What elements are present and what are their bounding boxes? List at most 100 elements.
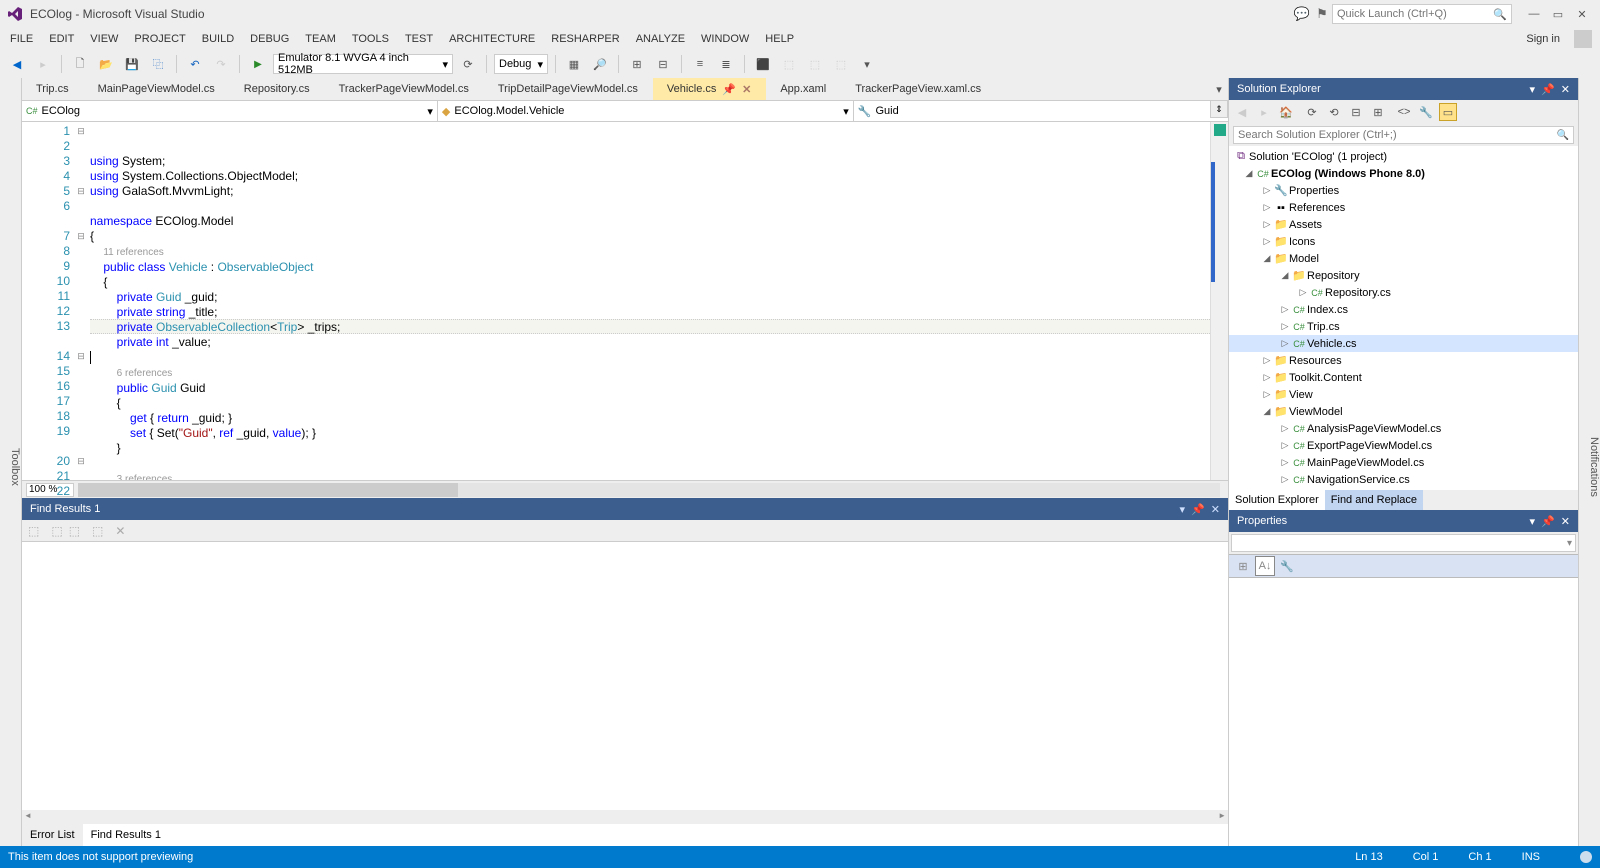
feedback-icon[interactable]: 💬 (1292, 6, 1312, 22)
notifications-strip[interactable]: Notifications (1578, 78, 1600, 846)
find-tb-1[interactable]: ⬚ (28, 524, 39, 538)
toolbar-overflow-icon[interactable]: ▾ (856, 53, 878, 75)
code-editor[interactable]: 1 2 3 4 5 6 7 8 9 10 11 12 13 14 15 (22, 122, 1228, 480)
props-cat-icon[interactable]: ⊞ (1233, 556, 1253, 576)
split-editor-icon[interactable]: ⇕ (1210, 100, 1228, 118)
find-tb-3[interactable]: ⬚ (69, 524, 80, 538)
menu-tools[interactable]: TOOLS (344, 28, 397, 50)
close-tab-icon[interactable]: ✕ (742, 83, 751, 96)
properties-header[interactable]: Properties ▾📌✕ (1229, 510, 1578, 532)
maximize-button[interactable]: ▭ (1546, 8, 1570, 21)
se-props-icon[interactable]: 🔧 (1417, 103, 1435, 121)
se-showall-icon[interactable]: ⊞ (1369, 103, 1387, 121)
tab-find-replace[interactable]: Find and Replace (1325, 490, 1423, 510)
tree-mainpage-vm[interactable]: ▷C#MainPageViewModel.cs (1229, 454, 1578, 471)
se-refresh-icon[interactable]: ⟲ (1325, 103, 1343, 121)
menu-debug[interactable]: DEBUG (242, 28, 297, 50)
tab-vehicle[interactable]: Vehicle.cs📌✕ (653, 78, 766, 100)
tab-error-list[interactable]: Error List (22, 824, 83, 846)
nav-member[interactable]: 🔧Guid▾ (854, 101, 1228, 121)
toolbar-icon-1[interactable]: ▦ (563, 53, 585, 75)
tree-model[interactable]: ◢📁Model (1229, 250, 1578, 267)
props-wrench-icon[interactable]: 🔧 (1277, 556, 1297, 576)
find-tb-4[interactable]: ⬚ (92, 524, 103, 538)
tree-index-cs[interactable]: ▷C#Index.cs (1229, 301, 1578, 318)
tab-tripdetailvm[interactable]: TripDetailPageViewModel.cs (484, 78, 653, 100)
tree-view[interactable]: ▷📁View (1229, 386, 1578, 403)
tree-repository-folder[interactable]: ◢📁Repository (1229, 267, 1578, 284)
code-content[interactable]: using System; using System.Collections.O… (90, 122, 1210, 480)
tree-viewmodel[interactable]: ◢📁ViewModel (1229, 403, 1578, 420)
tab-mainpagevm[interactable]: MainPageViewModel.cs (84, 78, 230, 100)
user-avatar[interactable] (1574, 30, 1592, 48)
toolbar-icon-4[interactable]: ⊟ (652, 53, 674, 75)
properties-object-combo[interactable]: ▾ (1231, 534, 1576, 552)
tree-trip-cs[interactable]: ▷C#Trip.cs (1229, 318, 1578, 335)
tree-properties[interactable]: ▷🔧Properties (1229, 182, 1578, 199)
tab-solution-explorer[interactable]: Solution Explorer (1229, 490, 1325, 510)
menu-file[interactable]: FILE (2, 28, 41, 50)
tab-trip[interactable]: Trip.cs (22, 78, 84, 100)
tree-references[interactable]: ▷▪▪References (1229, 199, 1578, 216)
tab-appxaml[interactable]: App.xaml (766, 78, 841, 100)
solution-explorer-header[interactable]: Solution Explorer ▾📌✕ (1229, 78, 1578, 100)
undo-icon[interactable]: ↶ (184, 53, 206, 75)
props-az-icon[interactable]: A↓ (1255, 556, 1275, 576)
tab-repository[interactable]: Repository.cs (230, 78, 325, 100)
se-collapse-icon[interactable]: ⊟ (1347, 103, 1365, 121)
tree-icons[interactable]: ▷📁Icons (1229, 233, 1578, 250)
nav-forward-icon[interactable]: ▸ (32, 53, 54, 75)
menu-analyze[interactable]: ANALYZE (628, 28, 693, 50)
quick-launch-input[interactable] (1337, 8, 1493, 20)
tree-export-vm[interactable]: ▷C#ExportPageViewModel.cs (1229, 437, 1578, 454)
open-file-icon[interactable]: 📂 (95, 53, 117, 75)
menu-test[interactable]: TEST (397, 28, 441, 50)
new-project-icon[interactable]: 🗋 (69, 53, 91, 75)
menu-build[interactable]: BUILD (194, 28, 242, 50)
redo-icon[interactable]: ↷ (210, 53, 232, 75)
props-pin-icon[interactable]: 📌 (1541, 515, 1555, 528)
find-results-header[interactable]: Find Results 1 ▾ 📌 ✕ (22, 498, 1228, 520)
tabs-overflow-icon[interactable]: ▾ (1210, 78, 1228, 100)
find-tb-clear[interactable]: ✕ (115, 524, 125, 538)
debug-target-combo[interactable]: Emulator 8.1 WVGA 4 inch 512MB▾ (273, 54, 453, 74)
se-sync-icon[interactable]: ⟳ (1303, 103, 1321, 121)
tab-trackerpageview[interactable]: TrackerPageView.xaml.cs (841, 78, 996, 100)
indent-inc-icon[interactable]: ≣ (715, 53, 737, 75)
se-back-icon[interactable]: ◀ (1233, 103, 1251, 121)
panel-pin-icon[interactable]: 📌 (1191, 503, 1205, 516)
toolbar-icon-5[interactable]: ⬚ (778, 53, 800, 75)
start-debug-play-icon[interactable]: ▶ (247, 53, 269, 75)
nav-back-icon[interactable]: ◀ (6, 53, 28, 75)
indent-dec-icon[interactable]: ≡ (689, 53, 711, 75)
tab-find-results[interactable]: Find Results 1 (83, 824, 169, 846)
menu-window[interactable]: WINDOW (693, 28, 757, 50)
solution-tree[interactable]: ⧉Solution 'ECOlog' (1 project) ◢C#ECOlog… (1229, 146, 1578, 490)
minimize-button[interactable]: — (1522, 8, 1546, 20)
se-close-icon[interactable]: ✕ (1561, 83, 1570, 96)
tree-resources[interactable]: ▷📁Resources (1229, 352, 1578, 369)
toolbar-icon-6[interactable]: ⬚ (804, 53, 826, 75)
config-combo[interactable]: Debug▾ (494, 54, 548, 74)
se-home-icon[interactable]: 🏠 (1277, 103, 1295, 121)
nav-project[interactable]: C#ECOlog▾ (22, 101, 438, 121)
se-search-input[interactable] (1238, 129, 1557, 141)
find-results-hscroll[interactable] (22, 810, 1228, 824)
tree-assets[interactable]: ▷📁Assets (1229, 216, 1578, 233)
close-button[interactable]: ✕ (1570, 8, 1594, 21)
tree-vehicle-cs[interactable]: ▷C#Vehicle.cs (1229, 335, 1578, 352)
toolbox-strip[interactable]: Toolbox (0, 78, 22, 846)
se-preview-icon[interactable]: ▭ (1439, 103, 1457, 121)
tree-solution[interactable]: ⧉Solution 'ECOlog' (1 project) (1229, 148, 1578, 165)
tree-project[interactable]: ◢C#ECOlog (Windows Phone 8.0) (1229, 165, 1578, 182)
quick-launch[interactable]: 🔍 (1332, 4, 1512, 24)
toolbar-icon-3[interactable]: ⊞ (626, 53, 648, 75)
se-fwd-icon[interactable]: ▸ (1255, 103, 1273, 121)
menu-edit[interactable]: EDIT (41, 28, 82, 50)
bookmark-icon[interactable]: ⬛ (752, 53, 774, 75)
tree-repository-cs[interactable]: ▷C#Repository.cs (1229, 284, 1578, 301)
panel-close-icon[interactable]: ✕ (1211, 503, 1220, 516)
pin-icon[interactable]: 📌 (722, 83, 736, 96)
tab-trackerpagevm[interactable]: TrackerPageViewModel.cs (325, 78, 484, 100)
menu-project[interactable]: PROJECT (126, 28, 193, 50)
